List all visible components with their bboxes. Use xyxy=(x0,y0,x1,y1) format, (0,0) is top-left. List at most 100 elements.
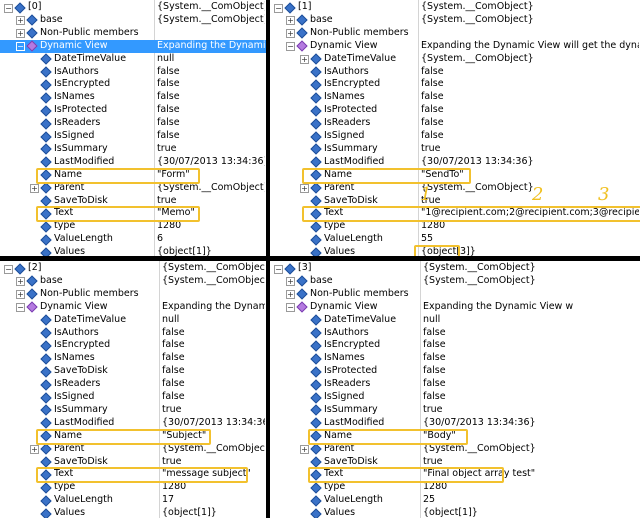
property-value[interactable]: false xyxy=(421,104,639,117)
watch-row-datetimevalue[interactable]: DateTimeValue null xyxy=(0,314,266,327)
watch-row-parent[interactable]: + Parent {System.__ComObject} xyxy=(0,182,266,195)
property-value[interactable]: {object[1]} xyxy=(157,246,265,256)
property-value[interactable]: {System.__ComObject} xyxy=(421,53,639,66)
property-value[interactable]: {System.__ComObject} xyxy=(157,182,265,195)
watch-row-savetodisk[interactable]: SaveToDisk true xyxy=(0,195,266,208)
watch-row-isauthors[interactable]: IsAuthors false xyxy=(0,327,266,340)
watch-row-dynamic-view[interactable]: − Dynamic View Expanding the Dynamic View … xyxy=(270,40,640,53)
expand-plus-icon[interactable]: + xyxy=(286,290,295,300)
property-value[interactable]: "1@recipient.com;2@recipient.com;3@recip… xyxy=(421,207,639,220)
watch-row-valuelength[interactable]: ValueLength 25 xyxy=(270,494,640,507)
watch-row-isreaders[interactable]: IsReaders false xyxy=(0,378,266,391)
expand-plus-icon[interactable]: + xyxy=(286,16,295,26)
property-value[interactable]: false xyxy=(162,327,265,340)
watch-row-valuelength[interactable]: ValueLength 55 xyxy=(270,233,640,246)
watch-row-issummary[interactable]: IsSummary true xyxy=(270,143,640,156)
watch-row-isauthors[interactable]: IsAuthors false xyxy=(0,66,266,79)
property-value[interactable]: {System.__ComObject} xyxy=(157,14,265,27)
collapse-minus-icon[interactable]: − xyxy=(16,42,25,52)
watch-row-isencrypted[interactable]: IsEncrypted false xyxy=(270,339,640,352)
expand-plus-icon[interactable]: + xyxy=(286,277,295,287)
watch-row-dynamic-view[interactable]: − Dynamic View Expanding the Dynamic xyxy=(0,301,266,314)
watch-row-2[interactable]: − [2] {System.__ComObject} xyxy=(0,262,266,275)
property-value[interactable]: false xyxy=(157,91,265,104)
watch-row-isnames[interactable]: IsNames false xyxy=(270,352,640,365)
watch-row-type[interactable]: type 1280 xyxy=(270,220,640,233)
watch-row-lastmodified[interactable]: LastModified {30/07/2013 13:34:36} xyxy=(0,156,266,169)
watch-row-isencrypted[interactable]: IsEncrypted false xyxy=(0,339,266,352)
property-value[interactable]: false xyxy=(423,365,639,378)
property-value[interactable]: "message subject" xyxy=(162,468,265,481)
property-value[interactable]: false xyxy=(157,78,265,91)
watch-row-type[interactable]: type 1280 xyxy=(0,220,266,233)
watch-row-non-public-members[interactable]: + Non-Public members xyxy=(0,27,266,40)
property-value[interactable]: {object[3]} xyxy=(421,246,639,256)
watch-row-issigned[interactable]: IsSigned false xyxy=(270,391,640,404)
property-value[interactable]: false xyxy=(157,104,265,117)
property-value[interactable]: {System.__ComObject} xyxy=(421,1,639,14)
watch-row-savetodisk[interactable]: SaveToDisk true xyxy=(270,456,640,469)
watch-row-dynamic-view[interactable]: − Dynamic View Expanding the Dynamic View … xyxy=(270,301,640,314)
property-value[interactable]: false xyxy=(157,117,265,130)
property-value[interactable]: false xyxy=(162,391,265,404)
watch-row-name[interactable]: Name "Subject" xyxy=(0,430,266,443)
watch-row-values[interactable]: Values {object[1]} xyxy=(270,507,640,518)
watch-row-base[interactable]: + base {System.__ComObject} xyxy=(0,275,266,288)
property-value[interactable]: false xyxy=(421,66,639,79)
watch-row-base[interactable]: + base {System.__ComObject} xyxy=(270,275,640,288)
property-value[interactable]: null xyxy=(162,314,265,327)
property-value[interactable]: Expanding the Dynamic View will get the … xyxy=(421,40,639,53)
property-value[interactable]: {30/07/2013 13:34:36} xyxy=(423,417,639,430)
watch-row-issigned[interactable]: IsSigned false xyxy=(270,130,640,143)
watch-row-isprotected[interactable]: IsProtected false xyxy=(0,104,266,117)
property-value[interactable]: true xyxy=(162,456,265,469)
watch-row-type[interactable]: type 1280 xyxy=(270,481,640,494)
watch-row-values[interactable]: Values {object[1]} xyxy=(0,507,266,518)
collapse-minus-icon[interactable]: − xyxy=(286,303,295,313)
expand-plus-icon[interactable]: + xyxy=(30,445,39,455)
watch-row-savetodisk[interactable]: SaveToDisk false xyxy=(0,365,266,378)
collapse-minus-icon[interactable]: − xyxy=(274,3,283,13)
property-value[interactable]: true xyxy=(162,404,265,417)
watch-row-isprotected[interactable]: IsProtected false xyxy=(270,365,640,378)
property-value[interactable]: Expanding the Dynamic xyxy=(162,301,265,314)
watch-row-isnames[interactable]: IsNames false xyxy=(0,352,266,365)
property-value[interactable]: false xyxy=(162,365,265,378)
watch-row-issigned[interactable]: IsSigned false xyxy=(0,130,266,143)
watch-row-isencrypted[interactable]: IsEncrypted false xyxy=(0,78,266,91)
expand-plus-icon[interactable]: + xyxy=(16,29,25,39)
watch-row-parent[interactable]: + Parent {System.__ComObject} xyxy=(270,443,640,456)
property-value[interactable]: {System.__ComObject} xyxy=(423,275,639,288)
property-value[interactable]: 1280 xyxy=(162,481,265,494)
property-value[interactable]: 55 xyxy=(421,233,639,246)
expand-plus-icon[interactable]: + xyxy=(286,29,295,39)
property-value[interactable]: false xyxy=(421,130,639,143)
property-value[interactable]: null xyxy=(423,314,639,327)
property-value[interactable]: 25 xyxy=(423,494,639,507)
property-value[interactable]: 1280 xyxy=(423,481,639,494)
property-value[interactable]: false xyxy=(423,391,639,404)
property-value[interactable]: false xyxy=(423,352,639,365)
expand-plus-icon[interactable]: + xyxy=(16,277,25,287)
watch-row-parent[interactable]: + Parent {System.__ComObject} xyxy=(0,443,266,456)
property-value[interactable]: false xyxy=(423,327,639,340)
expand-plus-icon[interactable]: + xyxy=(300,55,309,65)
property-value[interactable]: {30/07/2013 13:34:36} xyxy=(162,417,265,430)
collapse-minus-icon[interactable]: − xyxy=(4,264,13,274)
property-value[interactable]: false xyxy=(162,339,265,352)
property-value[interactable]: true xyxy=(421,143,639,156)
property-value[interactable]: "Body" xyxy=(423,430,639,443)
collapse-minus-icon[interactable]: − xyxy=(274,264,283,274)
watch-row-1[interactable]: − [1] {System.__ComObject} xyxy=(270,1,640,14)
expand-plus-icon[interactable]: + xyxy=(300,184,309,194)
property-value[interactable]: false xyxy=(157,130,265,143)
property-value[interactable]: "Subject" xyxy=(162,430,265,443)
watch-row-issummary[interactable]: IsSummary true xyxy=(270,404,640,417)
property-value[interactable]: true xyxy=(157,143,265,156)
expand-plus-icon[interactable]: + xyxy=(16,290,25,300)
watch-row-parent[interactable]: + Parent {System.__ComObject} xyxy=(270,182,640,195)
watch-row-isauthors[interactable]: IsAuthors false xyxy=(270,66,640,79)
property-value[interactable]: false xyxy=(423,378,639,391)
collapse-minus-icon[interactable]: − xyxy=(286,42,295,52)
watch-row-type[interactable]: type 1280 xyxy=(0,481,266,494)
